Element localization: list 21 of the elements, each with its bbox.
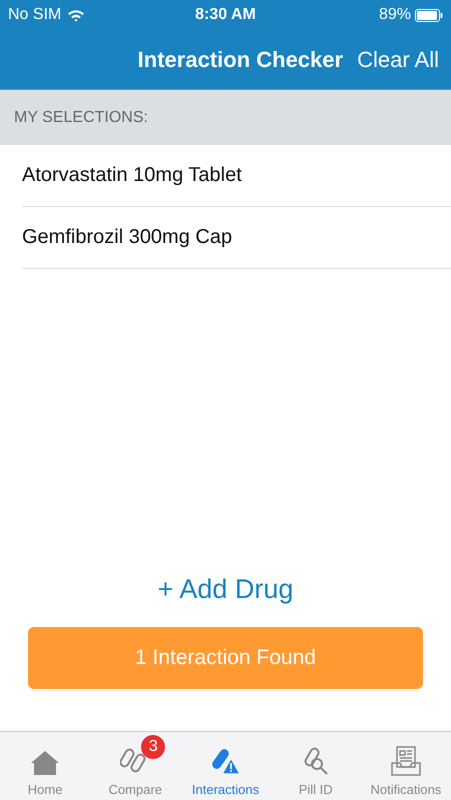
inbox-tray-icon — [390, 746, 422, 776]
tab[interactable]: 3 Compare — [90, 732, 180, 800]
capsule-warning-icon — [210, 746, 240, 776]
count-badge: 3 — [141, 735, 166, 759]
section-header: MY SELECTIONS: — [0, 90, 451, 145]
add-drug-link[interactable]: + Add Drug — [158, 570, 294, 609]
battery-icon — [415, 8, 443, 22]
carrier: No SIM — [8, 6, 62, 24]
clear-all-button[interactable]: Clear All — [357, 46, 439, 72]
drug-list-item[interactable]: Gemfibrozil 300mg Cap — [22, 207, 451, 269]
tab[interactable]: Interactions — [180, 732, 271, 800]
screen-title: Interaction Checker — [138, 46, 344, 72]
tab[interactable]: Home — [0, 732, 90, 800]
battery-level: 89% — [378, 6, 411, 24]
clock: 8:30 AM — [194, 6, 257, 24]
interactions-found-button[interactable]: 1 Interaction Found — [28, 627, 423, 689]
house-icon — [30, 750, 60, 776]
wifi-icon — [67, 8, 86, 22]
drug-list-item[interactable]: Atorvastatin 10mg Tablet — [22, 145, 451, 207]
tab[interactable]: Notifications — [360, 732, 451, 800]
tab[interactable]: Pill ID — [270, 732, 361, 800]
